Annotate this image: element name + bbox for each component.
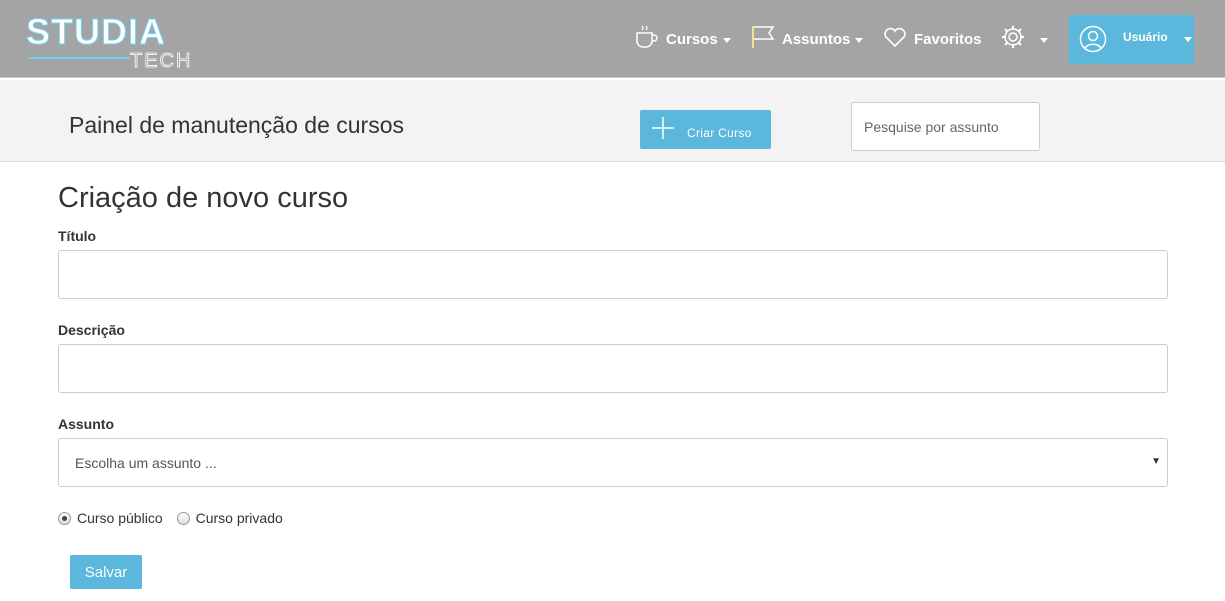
gear-icon <box>1000 24 1026 54</box>
search-input[interactable] <box>851 102 1040 151</box>
chevron-down-icon <box>1040 37 1048 43</box>
visibility-radio-group: Curso público Curso privado <box>58 510 297 526</box>
brand-logo[interactable]: STUDIA TECH <box>26 10 196 71</box>
form-title: Criação de novo curso <box>58 182 349 214</box>
radio-public-label: Curso público <box>77 510 163 526</box>
chevron-down-icon <box>855 37 864 43</box>
radio-private-label: Curso privado <box>195 510 283 526</box>
chevron-down-icon <box>722 37 731 43</box>
nav-assuntos[interactable]: Assuntos <box>750 24 864 54</box>
top-navbar: STUDIA TECH Cursos Assuntos Favoritos Us… <box>0 0 1225 78</box>
panel-header: Painel de manutenção de cursos Criar Cur… <box>0 80 1225 162</box>
radio-public[interactable] <box>58 511 71 525</box>
nav-assuntos-label: Assuntos <box>782 30 851 48</box>
nav-cursos[interactable]: Cursos <box>634 24 731 54</box>
heart-icon <box>882 24 908 54</box>
logo-graphic: STUDIA TECH <box>26 11 192 71</box>
flag-icon <box>750 24 776 54</box>
page-title: Painel de manutenção de cursos <box>69 112 404 138</box>
settings-menu[interactable] <box>1000 26 1048 52</box>
titulo-label: Título <box>58 228 97 244</box>
user-menu-button[interactable]: Usuário <box>1069 15 1194 64</box>
user-circle-icon <box>1079 25 1107 58</box>
assunto-label: Assunto <box>58 416 114 432</box>
nav-favoritos[interactable]: Favoritos <box>882 26 982 52</box>
plus-icon <box>651 116 675 145</box>
chevron-down-icon <box>1184 37 1192 42</box>
create-course-button[interactable]: Criar Curso <box>640 110 771 149</box>
descricao-label: Descrição <box>58 322 125 338</box>
user-name: Usuário <box>1123 30 1168 44</box>
nav-cursos-label: Cursos <box>666 30 718 48</box>
logo-subtext: TECH <box>130 50 192 70</box>
logo-text: STUDIA <box>26 11 166 52</box>
assunto-selected-value: Escolha um assunto ... <box>75 455 217 471</box>
chevron-down-icon: ▼ <box>1151 456 1161 467</box>
radio-private[interactable] <box>176 511 190 525</box>
create-course-label: Criar Curso <box>687 126 752 140</box>
descricao-field[interactable] <box>58 344 1168 393</box>
save-button[interactable]: Salvar <box>70 555 142 589</box>
titulo-field[interactable] <box>58 250 1168 299</box>
nav-favoritos-label: Favoritos <box>914 30 982 48</box>
coffee-cup-icon <box>634 24 660 54</box>
assunto-select[interactable]: Escolha um assunto ... ▼ <box>58 438 1168 487</box>
